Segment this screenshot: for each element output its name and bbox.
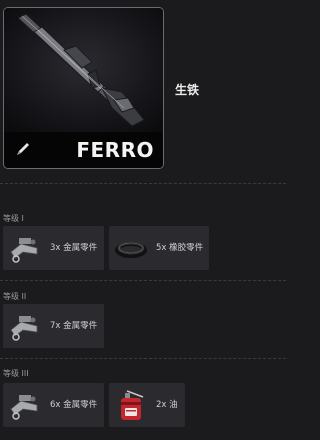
item-card-footer: FERRO [4,132,163,168]
level-2-label: 等级 II [3,292,27,301]
requirement-text: 7x 金属零件 [50,321,98,331]
metal-parts-icon [10,395,38,420]
rubber-parts-icon [115,241,147,258]
item-code: FERRO [76,138,154,162]
level-1-label: 等级 I [3,214,24,223]
requirement-level-1-metal-parts[interactable]: 3x 金属零件 [3,226,104,270]
requirement-text: 6x 金属零件 [50,400,98,410]
pencil-icon [17,143,29,155]
metal-parts-icon [10,238,38,263]
requirement-text: 3x 金属零件 [50,243,98,253]
section-divider [0,358,286,359]
requirement-text: 2x 油 [156,400,178,410]
item-card[interactable]: FERRO [3,7,164,169]
section-divider [0,280,286,281]
requirement-text: 5x 橡胶零件 [156,243,204,253]
requirement-level-3-oil[interactable]: 2x 油 [109,383,185,427]
level-3-label: 等级 III [3,369,29,378]
oil-can-icon [121,390,144,420]
requirement-level-1-rubber-parts[interactable]: 5x 橡胶零件 [109,226,209,270]
rifle-image [4,8,163,133]
requirement-level-3-metal-parts[interactable]: 6x 金属零件 [3,383,104,427]
item-name: 生铁 [175,83,200,97]
section-divider [0,183,286,184]
metal-parts-icon [10,316,38,341]
requirement-level-2-metal-parts[interactable]: 7x 金属零件 [3,304,104,348]
